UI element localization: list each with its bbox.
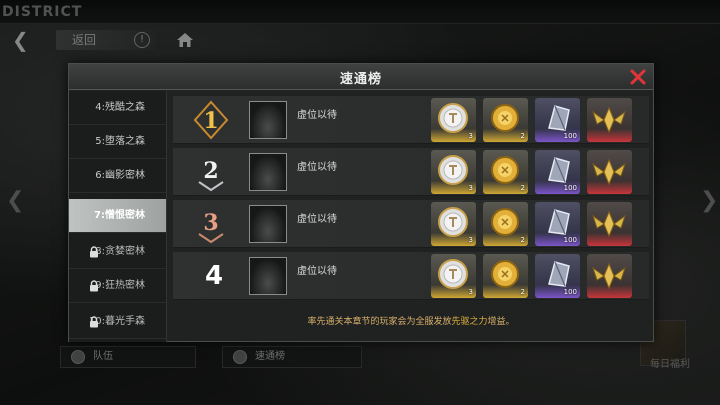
reward-qty: 100 xyxy=(563,236,577,244)
modal-header: 速通榜 xyxy=(69,64,653,90)
reward-qty: 100 xyxy=(563,184,577,192)
sidebar-item-label: 7:憎恨密林 xyxy=(94,210,145,221)
reward-emblem[interactable] xyxy=(587,150,632,194)
rank-number: 1 xyxy=(203,108,218,134)
rank-number: 3 xyxy=(203,210,218,236)
sidebar-item-chapter-6[interactable]: 6:幽影密林 xyxy=(69,159,166,193)
reward-silver-coin[interactable]: 3 xyxy=(431,150,476,194)
reward-crystal[interactable]: 100 xyxy=(535,254,580,298)
winged-emblem-icon xyxy=(592,210,626,238)
winged-emblem-icon xyxy=(592,158,626,186)
reward-qty: 3 xyxy=(468,132,473,140)
reward-qty: 100 xyxy=(563,288,577,296)
rank-row-4: 4 虚位以待 3 2 100 xyxy=(173,252,649,300)
reward-qty: 2 xyxy=(520,132,525,140)
reward-qty: 3 xyxy=(468,236,473,244)
reward-list: 3 2 100 xyxy=(431,98,635,142)
reward-list: 3 2 100 xyxy=(431,150,635,194)
reward-list: 3 2 100 xyxy=(431,202,635,246)
sidebar-item-chapter-8[interactable]: 8:贪婪密林 xyxy=(69,235,166,269)
footer-text-highlight: 先驱之力 xyxy=(451,317,488,327)
player-name: 虚位以待 xyxy=(297,110,337,121)
reward-crystal[interactable]: 100 xyxy=(535,98,580,142)
player-name: 虚位以待 xyxy=(297,214,337,225)
avatar xyxy=(249,101,287,139)
reward-gold-medal[interactable]: 2 xyxy=(483,98,528,142)
rank-number: 2 xyxy=(203,158,218,184)
sidebar-item-label: 5:堕落之森 xyxy=(95,136,145,147)
reward-qty: 2 xyxy=(520,288,525,296)
footer-note: 率先通关本章节的玩家会为全服发放先驱之力增益。 xyxy=(173,314,649,327)
sidebar-item-chapter-7[interactable]: 7:憎恨密林 xyxy=(69,199,166,233)
rank-row-3: 3 虚位以待 3 2 100 xyxy=(173,200,649,248)
reward-crystal[interactable]: 100 xyxy=(535,150,580,194)
winged-emblem-icon xyxy=(592,262,626,290)
sidebar-item-label: 8:贪婪密林 xyxy=(95,246,145,257)
avatar xyxy=(249,257,287,295)
player-name: 虚位以待 xyxy=(297,162,337,173)
reward-silver-coin[interactable]: 3 xyxy=(431,98,476,142)
rank-row-2: 2 虚位以待 3 2 100 xyxy=(173,148,649,196)
reward-gold-medal[interactable]: 2 xyxy=(483,254,528,298)
reward-qty: 3 xyxy=(468,184,473,192)
sidebar-item-chapter-9[interactable]: 9:狂热密林 xyxy=(69,269,166,303)
sidebar-item-chapter-4[interactable]: 4:残酷之森 xyxy=(69,91,166,125)
reward-emblem[interactable] xyxy=(587,254,632,298)
reward-crystal[interactable]: 100 xyxy=(535,202,580,246)
reward-list: 3 2 100 xyxy=(431,254,635,298)
rank-number: 4 xyxy=(204,261,224,291)
avatar xyxy=(249,153,287,191)
avatar xyxy=(249,205,287,243)
lock-icon xyxy=(90,280,98,292)
footer-text-suffix: 增益。 xyxy=(487,317,515,327)
chapter-sidebar: 4:残酷之森 5:堕落之森 6:幽影密林 7:憎恨密林 8:贪婪密林 9:狂热密… xyxy=(69,91,167,342)
reward-qty: 3 xyxy=(468,288,473,296)
reward-gold-medal[interactable]: 2 xyxy=(483,150,528,194)
reward-silver-coin[interactable]: 3 xyxy=(431,254,476,298)
reward-emblem[interactable] xyxy=(587,202,632,246)
speedrun-leaderboard-modal: 速通榜 4:残酷之森 5:堕落之森 6:幽影密林 7:憎恨密林 8:贪婪密林 9… xyxy=(68,63,654,342)
reward-gold-medal[interactable]: 2 xyxy=(483,202,528,246)
reward-emblem[interactable] xyxy=(587,98,632,142)
player-name: 虚位以待 xyxy=(297,266,337,277)
sidebar-item-chapter-10[interactable]: 10:暮光手森 xyxy=(69,305,166,339)
lock-icon xyxy=(90,246,98,258)
sidebar-item-label: 4:残酷之森 xyxy=(95,102,145,113)
rank-1-badge-icon: 1 xyxy=(193,100,229,140)
reward-qty: 2 xyxy=(520,236,525,244)
rank-3-badge-icon: 3 xyxy=(198,210,224,244)
close-icon[interactable] xyxy=(629,68,647,86)
rank-row-1: 1 虚位以待 3 2 100 xyxy=(173,96,649,144)
footer-text-prefix: 率先通关本章节的玩家会为全服发放 xyxy=(307,317,452,327)
sidebar-item-label: 9:狂热密林 xyxy=(95,280,145,291)
rank-2-badge-icon: 2 xyxy=(198,158,224,192)
winged-emblem-icon xyxy=(592,106,626,134)
reward-qty: 100 xyxy=(563,132,577,140)
sidebar-item-chapter-5[interactable]: 5:堕落之森 xyxy=(69,125,166,159)
rank-list: 1 虚位以待 3 2 100 2 虚位以待 3 2 100 3 虚位以待 3 2… xyxy=(173,96,649,302)
reward-qty: 2 xyxy=(520,184,525,192)
modal-title: 速通榜 xyxy=(339,72,382,87)
lock-icon xyxy=(90,316,98,328)
sidebar-item-label: 6:幽影密林 xyxy=(95,170,145,181)
reward-silver-coin[interactable]: 3 xyxy=(431,202,476,246)
